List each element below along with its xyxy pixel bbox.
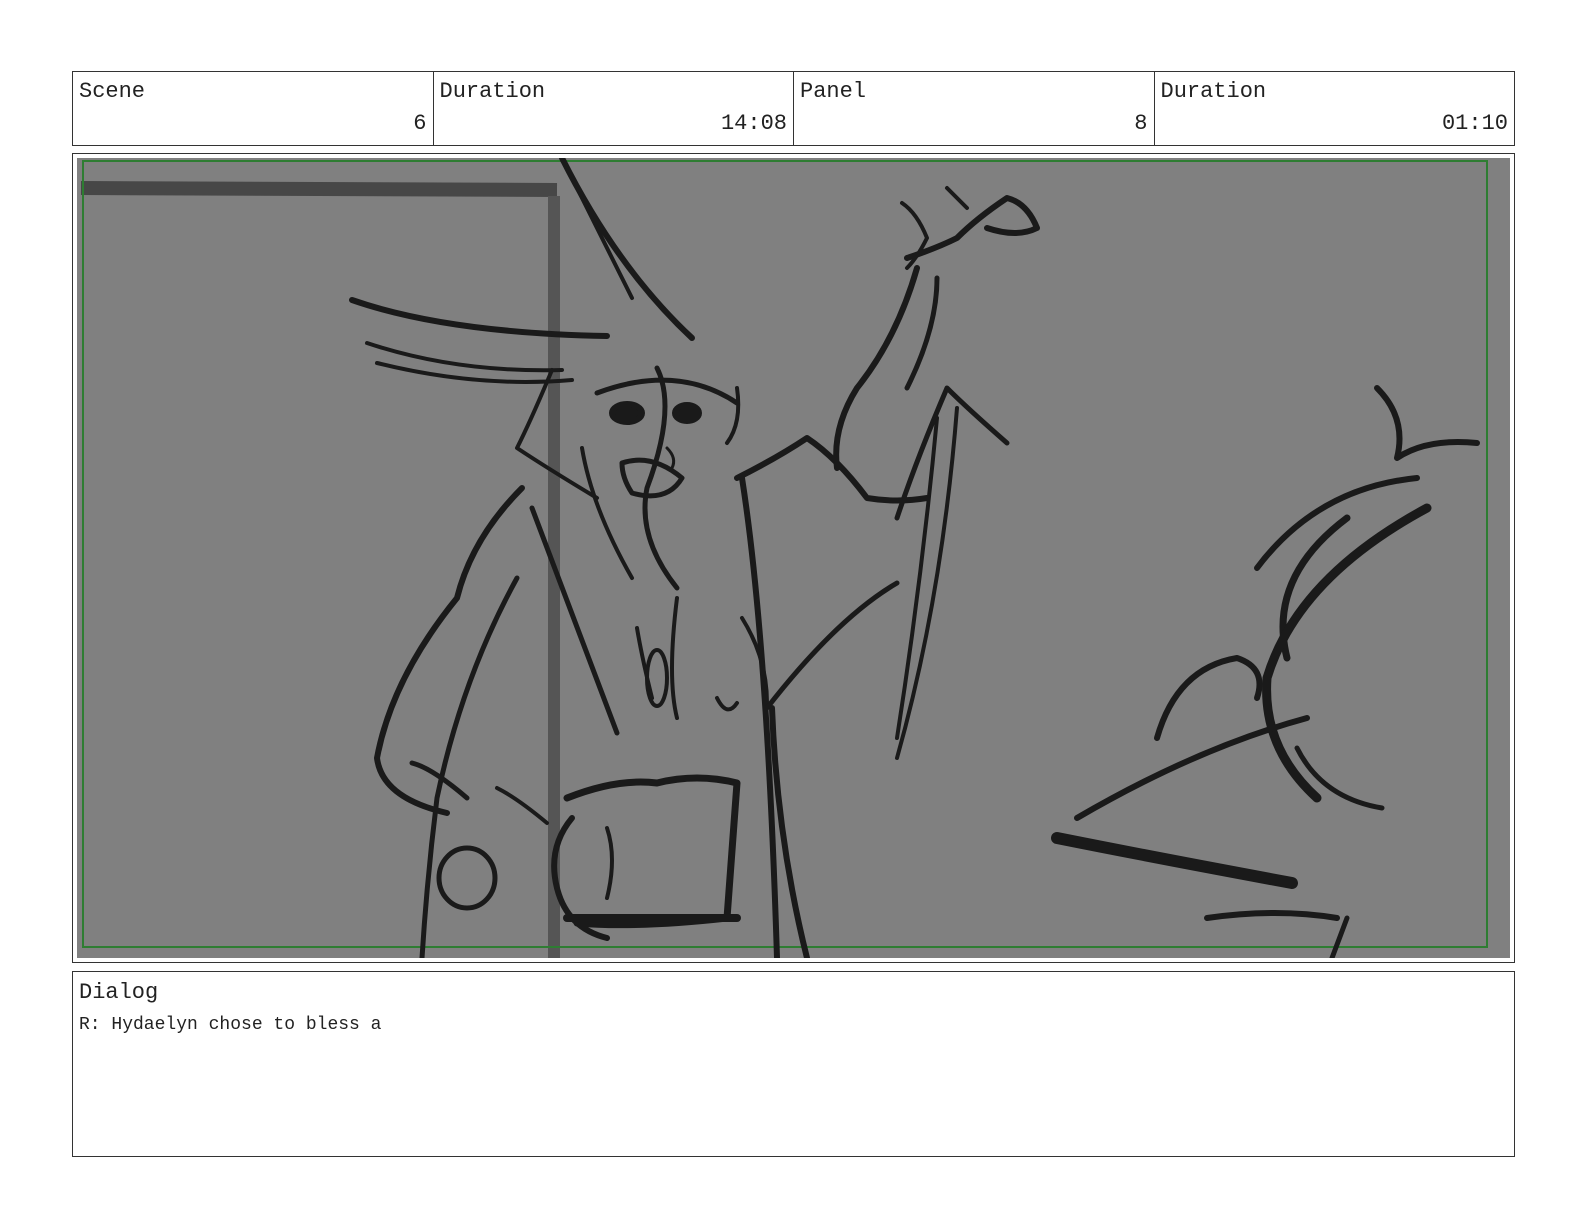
scene-cell: Scene 6 [73, 72, 434, 145]
scene-number[interactable]: 6 [413, 112, 426, 136]
dialog-box: Dialog R: Hydaelyn chose to bless a [72, 971, 1515, 1157]
sketch-background [77, 158, 1510, 958]
eye-left [609, 401, 645, 425]
dialog-title: Dialog [79, 980, 159, 1005]
storyboard-header: Scene 6 Duration 14:08 Panel 8 Duration … [72, 71, 1515, 146]
scene-duration-label: Duration [439, 79, 546, 104]
scene-duration-value[interactable]: 14:08 [721, 112, 787, 136]
scene-label: Scene [79, 79, 146, 104]
panel-frame [72, 153, 1515, 963]
storyboard-sketch[interactable] [77, 158, 1510, 958]
panel-duration-cell: Duration 01:10 [1155, 72, 1515, 145]
scene-duration-cell: Duration 14:08 [434, 72, 794, 145]
panel-duration-value[interactable]: 01:10 [1442, 112, 1508, 136]
dialog-text[interactable]: R: Hydaelyn chose to bless a [79, 1014, 381, 1036]
panel-cell: Panel 8 [794, 72, 1155, 145]
panel-label: Panel [800, 79, 867, 104]
window-frame-top [80, 181, 558, 197]
eye-right [672, 402, 702, 424]
panel-duration-label: Duration [1160, 79, 1267, 104]
panel-number[interactable]: 8 [1134, 112, 1147, 136]
